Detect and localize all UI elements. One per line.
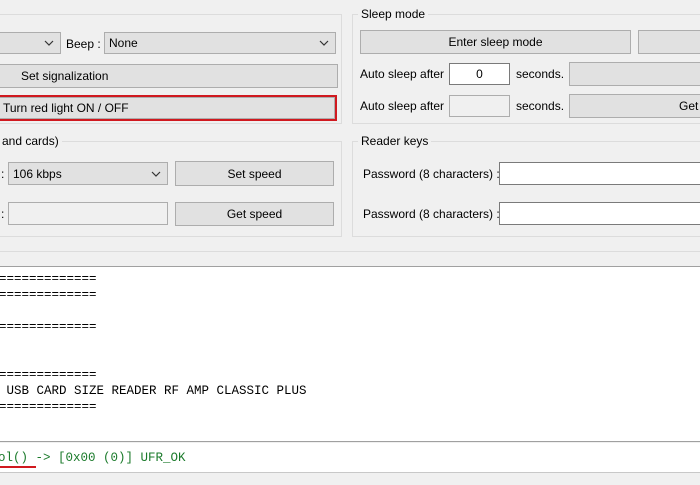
enter-sleep-mode-label: Enter sleep mode — [448, 35, 543, 49]
status-bottom-border — [0, 472, 700, 473]
password-label: Password (8 characters) : — [363, 167, 500, 181]
sleep-mode-group-title: Sleep mode — [358, 7, 429, 21]
speed-readout-field[interactable] — [8, 202, 168, 225]
auto-sleep-readout-field[interactable] — [449, 95, 510, 117]
section-divider — [0, 251, 700, 252]
set-auto-sleep-button[interactable] — [569, 62, 700, 86]
chevron-down-icon — [151, 171, 161, 177]
console-line: ============= — [0, 368, 97, 382]
speed-select[interactable]: 106 kbps — [8, 162, 168, 185]
beep-select-value: None — [109, 36, 138, 50]
auto-sleep-seconds-input[interactable]: 0 — [449, 63, 510, 85]
status-line: ol() -> [0x00 (0)] UFR_OK — [0, 443, 700, 472]
red-light-toggle-button[interactable]: Turn red light ON / OFF — [0, 95, 337, 121]
password-confirm-input[interactable] — [499, 202, 700, 225]
status-text: ol() -> [0x00 (0)] UFR_OK — [0, 451, 186, 465]
get-auto-sleep-label: Get — [679, 99, 699, 113]
light-mode-select[interactable] — [0, 32, 61, 54]
reader-keys-group-title: Reader keys — [358, 134, 432, 148]
leave-sleep-mode-button[interactable] — [638, 30, 700, 54]
get-auto-sleep-button[interactable]: Get — [569, 94, 700, 118]
auto-sleep-readout-label: Auto sleep after — [360, 99, 445, 113]
console-line: USB CARD SIZE READER RF AMP CLASSIC PLUS — [0, 384, 307, 398]
seconds-readout-label: seconds. — [516, 99, 565, 113]
beep-label: Beep : — [66, 37, 101, 51]
password-confirm-label: Password (8 characters) : — [363, 207, 500, 221]
console-line: ============= — [0, 272, 97, 286]
beep-select[interactable]: None — [104, 32, 336, 54]
set-speed-button[interactable]: Set speed — [175, 161, 334, 186]
chevron-down-icon — [44, 40, 54, 46]
get-speed-label: Get speed — [226, 207, 283, 221]
set-signalization-button[interactable]: Set signalization — [0, 64, 338, 88]
speed-group-title: and cards) — [0, 134, 62, 148]
red-light-toggle-label: Turn red light ON / OFF — [3, 101, 129, 115]
password-input[interactable] — [499, 162, 700, 185]
console-output[interactable]: ============= ============= ============… — [0, 266, 700, 442]
auto-sleep-seconds-value: 0 — [476, 67, 483, 81]
set-signalization-label: Set signalization — [21, 69, 109, 83]
set-speed-label: Set speed — [227, 166, 282, 181]
enter-sleep-mode-button[interactable]: Enter sleep mode — [360, 30, 631, 54]
speed-readout-colon-label: : — [1, 207, 5, 221]
auto-sleep-label: Auto sleep after — [360, 67, 445, 81]
console-line: ============= — [0, 288, 97, 302]
speed-colon-label: : — [1, 167, 5, 181]
seconds-label: seconds. — [516, 67, 565, 81]
console-line: ============= — [0, 320, 97, 334]
console-line: ============= — [0, 400, 97, 414]
status-underline-marker — [0, 466, 36, 468]
chevron-down-icon — [319, 40, 329, 46]
speed-select-value: 106 kbps — [13, 166, 62, 181]
get-speed-button[interactable]: Get speed — [175, 202, 334, 226]
